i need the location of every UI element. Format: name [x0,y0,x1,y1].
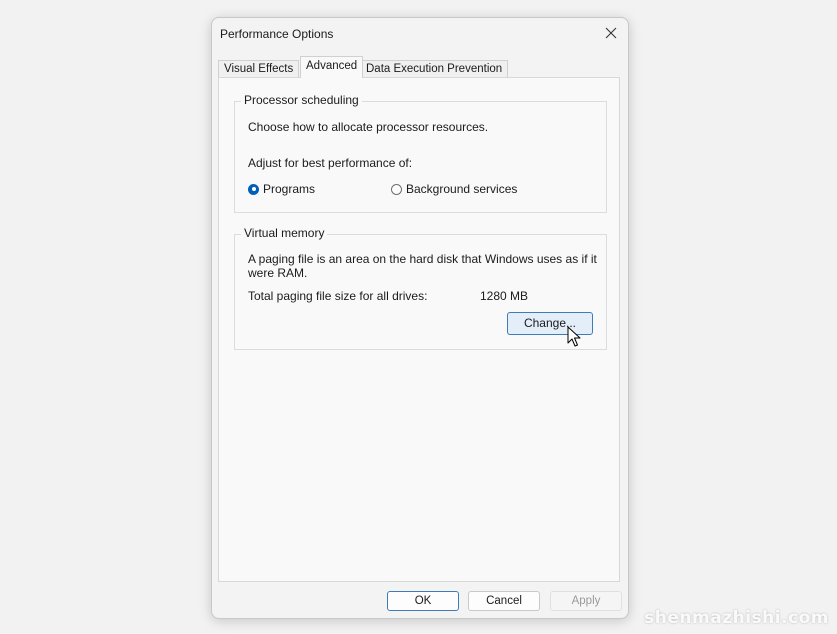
radio-programs-label: Programs [263,182,316,196]
virtual-memory-title: Virtual memory [241,226,328,240]
radio-background-services[interactable]: Background services [391,182,517,196]
tab-advanced[interactable]: Advanced [300,56,364,78]
radio-programs[interactable]: Programs [248,182,315,196]
close-button[interactable] [600,22,622,44]
processor-scheduling-title: Processor scheduling [241,93,362,107]
ok-button[interactable]: OK [387,591,459,611]
processor-scheduling-group: Processor scheduling Choose how to alloc… [234,93,607,213]
adjust-performance-label: Adjust for best performance of: [248,156,413,170]
virtual-memory-description-line2: were RAM. [248,266,308,280]
performance-options-dialog: Performance Options Visual Effects Advan… [211,17,629,619]
cancel-button[interactable]: Cancel [468,591,540,611]
mouse-pointer-icon [567,326,581,347]
total-paging-size-value: 1280 MB [480,289,529,303]
radio-background-services-label: Background services [406,182,518,196]
processor-scheduling-description: Choose how to allocate processor resourc… [248,120,489,134]
tab-visual-effects[interactable]: Visual Effects [218,60,300,77]
watermark: shenmazhishi.com [644,608,829,628]
apply-button[interactable]: Apply [550,591,622,611]
radio-programs-indicator[interactable] [248,183,259,195]
total-paging-size-label: Total paging file size for all drives: [248,289,428,303]
close-icon [605,27,617,39]
virtual-memory-description-line1: A paging file is an area on the hard dis… [248,252,597,266]
tab-data-execution-prevention[interactable]: Data Execution Prevention [360,60,509,77]
window-title: Performance Options [220,27,334,41]
radio-background-services-indicator[interactable] [391,183,402,195]
